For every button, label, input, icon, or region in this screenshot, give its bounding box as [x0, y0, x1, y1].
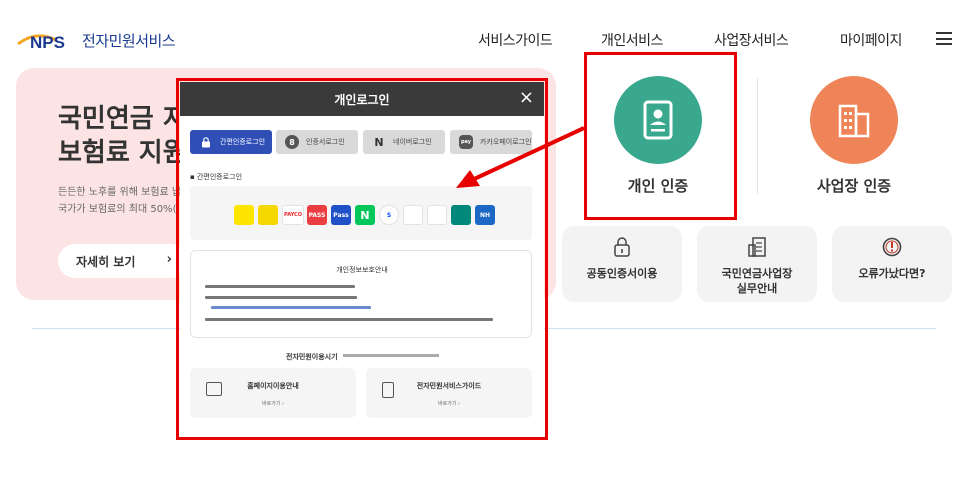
nav-personal-service[interactable]: 개인서비스 — [601, 30, 663, 50]
nav-my-page[interactable]: 마이페이지 — [840, 30, 902, 50]
service-guide-card[interactable]: 전자민원서비스가이드 바로가기 › — [366, 368, 532, 418]
quick-link-label: 오류가났다면? — [858, 267, 926, 280]
detail-button-label: 자세히 보기 — [76, 254, 136, 269]
simple-auth-section-label: ▪ 간편인증로그인 — [190, 173, 243, 181]
modal-header: 개인로그인 × — [180, 82, 544, 116]
business-cert-label[interactable]: 사업장 인증 — [784, 175, 924, 196]
lock-icon — [614, 237, 630, 257]
hana-auth-icon[interactable] — [451, 205, 471, 225]
payco-auth-icon[interactable]: PAYCO — [282, 205, 304, 225]
quick-link-label: 국민연금사업장 실무안내 — [721, 267, 793, 295]
tab-naver-login[interactable]: N 네이버로그인 — [363, 130, 445, 154]
card-title: 전자민원서비스가이드 — [416, 382, 482, 390]
business-cert-icon[interactable] — [810, 76, 898, 164]
lock-icon — [199, 135, 213, 149]
card-link[interactable]: 바로가기 › — [366, 400, 532, 407]
usage-time-title: 전자민원이용시기 — [286, 353, 338, 361]
tab-label: 간편인증로그인 — [220, 138, 266, 146]
naver-icon: N — [374, 135, 384, 149]
kakaopay-icon: pay — [459, 135, 473, 149]
auth-provider-list: PAYCO PASS Pass N S NH — [190, 186, 532, 240]
chevron-right-icon: › — [166, 252, 172, 267]
detail-button[interactable]: 자세히 보기 › — [58, 244, 188, 278]
quick-link-label: 공동인증서이용 — [586, 267, 658, 280]
tab-label: 카카오페이로그인 — [480, 138, 532, 146]
tab-kakaopay-login[interactable]: pay 카카오페이로그인 — [450, 130, 532, 154]
personal-cert-highlight — [584, 52, 737, 220]
notice-line — [205, 318, 493, 321]
banksalad-auth-icon[interactable] — [427, 205, 447, 225]
pass-blue-auth-icon[interactable]: Pass — [331, 205, 351, 225]
quick-link-error-help[interactable]: 오류가났다면? — [832, 226, 952, 302]
modal-title: 개인로그인 — [334, 93, 390, 107]
notice-line — [205, 296, 357, 299]
page: NPS 전자민원서비스 서비스가이드 개인서비스 사업장서비스 마이페이지 국민… — [0, 0, 957, 500]
privacy-notice-title: 개인정보보호안내 — [336, 266, 388, 274]
usage-time-detail — [343, 354, 439, 357]
quick-link-joint-cert[interactable]: 공동인증서이용 — [562, 226, 682, 302]
tab-label: 인증서로그인 — [306, 138, 345, 146]
naver-auth-icon[interactable]: N — [355, 205, 375, 225]
pass-red-auth-icon[interactable]: PASS — [307, 205, 327, 225]
card-title: 홈페이지이용안내 — [247, 382, 299, 390]
building-icon — [838, 104, 870, 138]
nh-auth-icon[interactable]: NH — [475, 205, 495, 225]
samsung-pass-auth-icon[interactable] — [403, 205, 423, 225]
quick-link-business-guide[interactable]: 국민연금사업장 실무안내 — [697, 226, 817, 302]
shinhan-auth-icon[interactable]: S — [379, 205, 399, 225]
tab-simple-auth-login[interactable]: 간편인증로그인 — [190, 130, 272, 154]
personal-login-modal: 개인로그인 × 간편인증로그인 8 인증서로그인 N 네이버로그인 pay 카카… — [180, 82, 544, 436]
tab-certificate-login[interactable]: 8 인증서로그인 — [276, 130, 358, 154]
document-icon — [748, 237, 766, 257]
nav-business-service[interactable]: 사업장서비스 — [714, 30, 789, 50]
tab-label: 네이버로그인 — [393, 138, 432, 146]
nav-service-guide[interactable]: 서비스가이드 — [478, 30, 553, 50]
toss-auth-icon[interactable] — [258, 205, 278, 225]
close-icon[interactable]: × — [519, 88, 534, 108]
global-nav: 서비스가이드 개인서비스 사업장서비스 마이페이지 — [0, 30, 957, 50]
certificate-icon: 8 — [285, 135, 299, 149]
homepage-guide-card[interactable]: 홈페이지이용안내 바로가기 › — [190, 368, 356, 418]
hamburger-menu-icon[interactable] — [936, 32, 952, 45]
kakao-auth-icon[interactable] — [234, 205, 254, 225]
card-link[interactable]: 바로가기 › — [190, 400, 356, 407]
notice-line — [205, 285, 355, 288]
privacy-notice-box: 개인정보보호안내 — [190, 250, 532, 338]
notice-line — [211, 306, 371, 309]
alert-icon — [882, 237, 902, 257]
cert-divider — [757, 78, 758, 194]
